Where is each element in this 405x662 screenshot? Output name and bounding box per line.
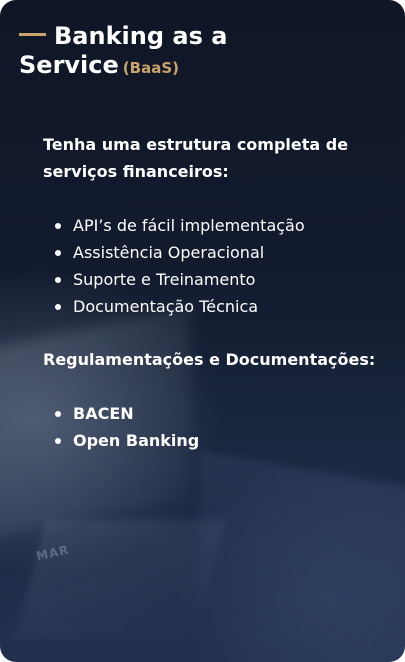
- bullet-icon: [55, 223, 61, 229]
- background-shape: [13, 520, 227, 640]
- card-title-text: Service: [19, 51, 119, 79]
- card-title-line-1: Banking as a: [19, 22, 389, 51]
- bullet-icon: [55, 411, 61, 417]
- list-item-label: Suporte e Treinamento: [73, 270, 256, 289]
- services-list: API’s de fácil implementação Assistência…: [43, 212, 388, 320]
- list-item-label: Assistência Operacional: [73, 243, 265, 262]
- list-item: Assistência Operacional: [43, 239, 388, 266]
- card-content: Tenha uma estrutura completa de serviços…: [43, 131, 388, 454]
- bullet-icon: [55, 277, 61, 283]
- list-item: API’s de fácil implementação: [43, 212, 388, 239]
- card-title-text: Banking as a: [54, 22, 228, 50]
- card-title-line-2: Service (BaaS): [19, 51, 389, 83]
- regulations-section: Regulamentações e Documentações: BACEN O…: [43, 346, 388, 454]
- accent-dash: [19, 32, 46, 36]
- bullet-icon: [55, 250, 61, 256]
- card-header: Banking as a Service (BaaS): [19, 22, 389, 83]
- list-item: BACEN: [43, 400, 388, 427]
- list-item-label: BACEN: [73, 404, 134, 423]
- list-item-label: Documentação Técnica: [73, 297, 259, 316]
- card-title-abbreviation: (BaaS): [122, 59, 179, 77]
- regulations-heading: Regulamentações e Documentações:: [43, 350, 376, 369]
- services-heading: Tenha uma estrutura completa de serviços…: [43, 135, 349, 181]
- list-item: Open Banking: [43, 427, 388, 454]
- baas-card: MAR Banking as a Service (BaaS) Tenha uma…: [0, 0, 405, 662]
- list-item: Documentação Técnica: [43, 293, 388, 320]
- list-item: Suporte e Treinamento: [43, 266, 388, 293]
- background-shape: [200, 450, 405, 662]
- bullet-icon: [55, 304, 61, 310]
- list-item-label: Open Banking: [73, 431, 200, 450]
- bullet-icon: [55, 438, 61, 444]
- list-item-label: API’s de fácil implementação: [73, 216, 305, 235]
- background-watermark: MAR: [34, 542, 71, 564]
- regulations-list: BACEN Open Banking: [43, 400, 388, 454]
